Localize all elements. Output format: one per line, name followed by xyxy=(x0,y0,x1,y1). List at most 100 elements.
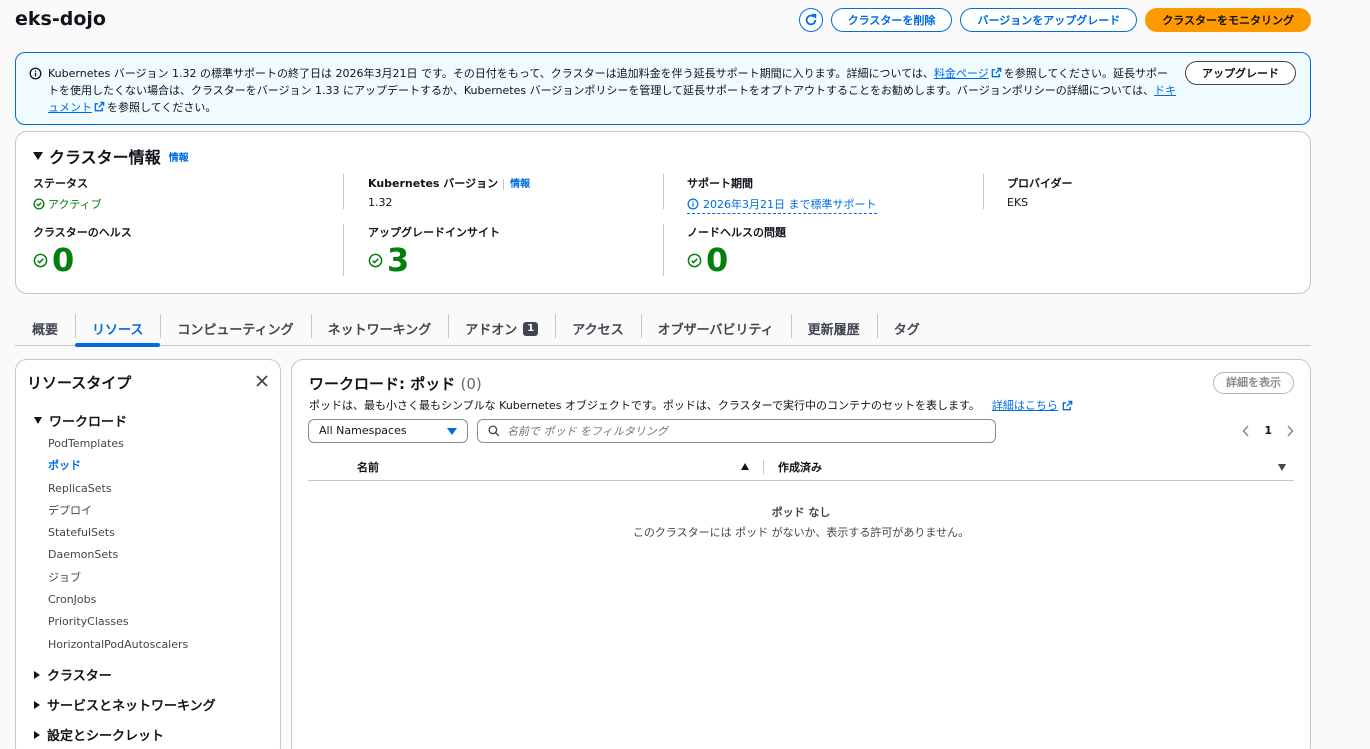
divider xyxy=(343,224,344,276)
support-period-link[interactable]: 2026年3月21日 まで標準サポート xyxy=(687,196,877,214)
check-circle-icon xyxy=(33,198,45,210)
chevron-right-icon[interactable] xyxy=(1286,424,1294,437)
refresh-icon xyxy=(805,13,816,26)
tab-access[interactable]: アクセス xyxy=(555,312,640,345)
workload-title: ワークロード: ポッド (0) xyxy=(309,375,482,393)
check-circle-icon xyxy=(33,253,48,267)
provider-value: EKS xyxy=(1007,196,1029,209)
caret-down-icon xyxy=(447,428,457,435)
table-header: 名前 作成済み xyxy=(308,456,1294,481)
column-created[interactable]: 作成済み xyxy=(778,459,822,475)
support-alert: Kubernetes バージョン 1.32 の標準サポートの終了日は 2026年… xyxy=(15,52,1311,125)
node-health-field: ノードヘルスの問題 0 xyxy=(687,226,786,279)
info-link[interactable]: 情報 xyxy=(169,149,189,164)
info-icon xyxy=(29,67,42,80)
list-item[interactable]: HorizontalPodAutoscalers xyxy=(48,637,188,659)
tab-update-history[interactable]: 更新履歴 xyxy=(790,312,877,345)
group-workloads[interactable]: ワークロード xyxy=(34,411,127,430)
divider xyxy=(663,224,664,276)
list-item[interactable]: DaemonSets xyxy=(48,547,188,569)
k8s-info-link[interactable]: 情報 xyxy=(503,179,531,190)
list-item[interactable]: ジョブ xyxy=(48,570,188,592)
chevron-left-icon[interactable] xyxy=(1242,424,1250,437)
column-divider xyxy=(763,460,764,474)
list-item[interactable]: PodTemplates xyxy=(48,436,188,458)
external-link-icon xyxy=(94,101,105,112)
page-title: eks-dojo xyxy=(15,8,106,30)
sort-descending-icon[interactable] xyxy=(1278,464,1286,471)
divider xyxy=(663,174,664,209)
caret-right-icon xyxy=(34,700,40,709)
list-item[interactable]: PriorityClasses xyxy=(48,614,188,636)
external-link-icon xyxy=(1062,400,1073,410)
current-page[interactable]: 1 xyxy=(1264,424,1272,437)
cluster-tabs: 概要 リソース コンピューティング ネットワーキング アドオン 1 アクセス オブ… xyxy=(15,312,1311,347)
provider-field: プロバイダー EKS xyxy=(1007,177,1073,209)
tab-compute[interactable]: コンピューティング xyxy=(160,312,310,345)
namespace-select[interactable]: All Namespaces xyxy=(308,419,468,443)
tab-observability[interactable]: オブザーバビリティ xyxy=(640,312,791,345)
upgrade-insights-count[interactable]: 3 xyxy=(387,243,409,277)
list-item[interactable]: デプロイ xyxy=(48,503,188,525)
empty-state-description: このクラスターには ポッド がないか、表示する許可がありません。 xyxy=(632,526,970,539)
list-item[interactable]: ポッド xyxy=(48,458,188,480)
group-cluster[interactable]: クラスター xyxy=(34,665,112,684)
learn-more-link[interactable]: 詳細はこちら xyxy=(992,397,1058,413)
workload-description: ポッドは、最も小さく最もシンプルな Kubernetes オブジェクトです。ポッ… xyxy=(309,397,1073,413)
list-item[interactable]: CronJobs xyxy=(48,592,188,614)
cluster-info-header[interactable]: クラスター情報 情報 xyxy=(33,144,189,168)
delete-cluster-button[interactable]: クラスターを削除 xyxy=(830,8,953,32)
group-services-networking[interactable]: サービスとネットワーキング xyxy=(34,695,216,714)
column-name[interactable]: 名前 xyxy=(357,459,379,475)
close-icon[interactable] xyxy=(256,375,268,387)
check-circle-icon xyxy=(687,253,702,267)
tab-overview[interactable]: 概要 xyxy=(15,312,75,345)
status-value: アクティブ xyxy=(48,198,102,211)
addons-count-badge: 1 xyxy=(523,321,539,336)
divider xyxy=(343,174,344,209)
kubernetes-version-field: Kubernetes バージョン 情報 1.32 xyxy=(368,177,531,209)
check-circle-icon xyxy=(368,253,383,267)
refresh-button[interactable] xyxy=(798,8,823,32)
tab-addons[interactable]: アドオン 1 xyxy=(448,312,555,345)
search-icon xyxy=(488,425,500,437)
upgrade-version-button[interactable]: バージョンをアップグレード xyxy=(960,8,1138,32)
external-link-icon xyxy=(991,67,1002,78)
page: eks-dojo クラスターを削除 バージョンをアップグレード クラスターをモニ… xyxy=(0,0,1370,749)
workload-panel: ワークロード: ポッド (0) 詳細を表示 ポッドは、最も小さく最もシンプルな … xyxy=(291,359,1311,749)
cluster-info-title: クラスター情報 xyxy=(49,148,161,167)
divider xyxy=(983,174,984,209)
info-icon xyxy=(687,198,699,210)
upgrade-insights-field: アップグレードインサイト 3 xyxy=(368,226,500,279)
search-input[interactable] xyxy=(507,422,987,440)
sort-ascending-icon[interactable] xyxy=(741,463,749,470)
view-details-button[interactable]: 詳細を表示 xyxy=(1213,372,1294,394)
node-health-count[interactable]: 0 xyxy=(706,243,728,277)
alert-text: Kubernetes バージョン 1.32 の標準サポートの終了日は 2026年… xyxy=(48,67,1177,114)
cluster-info-panel: クラスター情報 情報 ステータス アクティブ Kubernetes バージョン情… xyxy=(15,131,1311,294)
pagination: 1 xyxy=(1242,424,1294,437)
page-header: eks-dojo クラスターを削除 バージョンをアップグレード クラスターをモニ… xyxy=(15,6,1311,36)
caret-down-icon xyxy=(34,417,42,424)
tab-resources[interactable]: リソース xyxy=(75,312,161,347)
empty-state-title: ポッド なし xyxy=(771,506,831,519)
pricing-link[interactable]: 料金ページ xyxy=(934,67,989,80)
list-item[interactable]: StatefulSets xyxy=(48,525,188,547)
caret-right-icon xyxy=(34,730,40,739)
status-field: ステータス アクティブ xyxy=(33,177,102,211)
tab-networking[interactable]: ネットワーキング xyxy=(310,312,449,345)
list-item[interactable]: ReplicaSets xyxy=(48,481,188,503)
cluster-health-count[interactable]: 0 xyxy=(52,243,74,277)
tab-tags[interactable]: タグ xyxy=(876,312,937,345)
support-period-field: サポート期間 2026年3月21日 まで標準サポート xyxy=(687,175,877,214)
monitor-cluster-button[interactable]: クラスターをモニタリング xyxy=(1145,8,1311,32)
caret-down-icon xyxy=(33,152,43,160)
resource-types-panel: リソースタイプ ワークロード PodTemplates ポッド ReplicaS… xyxy=(15,359,281,749)
cluster-health-field: クラスターのヘルス 0 xyxy=(33,226,132,279)
alert-upgrade-button[interactable]: アップグレード xyxy=(1185,61,1296,85)
group-config-secrets[interactable]: 設定とシークレット xyxy=(34,725,164,744)
pod-search xyxy=(477,419,996,443)
pod-count: (0) xyxy=(460,375,482,393)
caret-right-icon xyxy=(34,670,40,679)
header-actions: クラスターを削除 バージョンをアップグレード クラスターをモニタリング xyxy=(798,8,1311,32)
